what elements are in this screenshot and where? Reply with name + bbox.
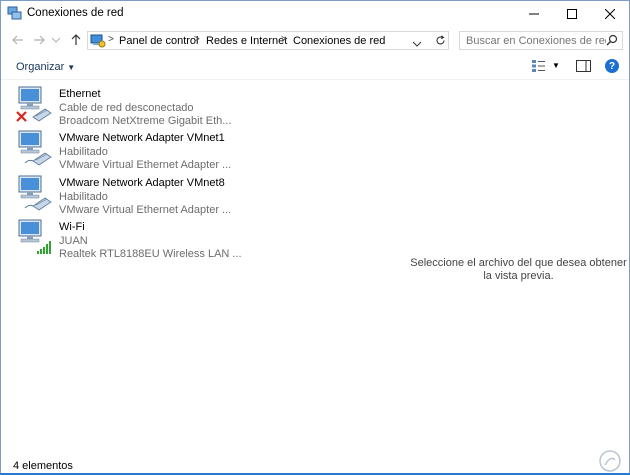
up-arrow-icon <box>71 34 81 45</box>
breadcrumb-conexiones-de-red[interactable]: Conexiones de red <box>293 35 385 47</box>
preview-pane-icon <box>576 60 591 72</box>
caret-down-icon: ▼ <box>67 63 76 72</box>
connection-item-wifi[interactable]: Wi-Fi JUAN Realtek RTL8188EU Wireless LA… <box>15 218 242 260</box>
network-connections-app-icon <box>7 6 23 21</box>
window-title: Conexiones de red <box>27 7 124 19</box>
preview-pane-message: Seleccione el archivo del que desea obte… <box>410 257 627 282</box>
search-box[interactable] <box>459 31 623 50</box>
breadcrumb-separator: > <box>281 34 287 45</box>
connection-device: Broadcom NetXtreme Gigabit Eth... <box>59 115 232 127</box>
connection-text: Wi-Fi JUAN Realtek RTL8188EU Wireless LA… <box>59 221 242 262</box>
connection-status: JUAN <box>59 234 88 247</box>
help-icon[interactable]: ? <box>605 59 619 73</box>
connection-status: Habilitado <box>59 190 108 203</box>
back-button[interactable] <box>9 31 27 49</box>
organize-menu-button[interactable]: Organizar ▼ <box>16 61 75 73</box>
status-bar-count: 4 elementos <box>13 460 73 472</box>
breadcrumb-separator: > <box>194 34 200 45</box>
connection-device: VMware Virtual Ethernet Adapter ... <box>59 159 232 171</box>
organize-label: Organizar <box>16 61 65 73</box>
up-button[interactable] <box>67 31 85 49</box>
breadcrumb-redes-e-internet[interactable]: Redes e Internet <box>206 35 287 47</box>
search-icon[interactable] <box>606 34 618 49</box>
connection-name: VMware Network Adapter VMnet1 <box>59 132 225 144</box>
connection-text: VMware Network Adapter VMnet1 Habilitado… <box>59 132 231 173</box>
network-connections-window: Conexiones de red > Panel de control > R… <box>0 0 630 475</box>
refresh-button[interactable] <box>432 31 449 50</box>
command-bar: Organizar ▼ ▼ ? <box>1 56 629 78</box>
network-adapter-icon <box>18 175 52 211</box>
disconnected-x-icon <box>16 111 27 122</box>
connection-status: Cable de red desconectado <box>59 101 194 114</box>
connection-text: VMware Network Adapter VMnet8 Habilitado… <box>59 177 231 218</box>
connection-device: Realtek RTL8188EU Wireless LAN ... <box>59 248 242 260</box>
refresh-icon <box>436 35 445 45</box>
connection-item-ethernet[interactable]: Ethernet Cable de red desconectado Broad… <box>15 85 231 127</box>
title-bar[interactable]: Conexiones de red <box>1 1 629 26</box>
change-view-button[interactable] <box>531 59 547 76</box>
recent-locations-button[interactable] <box>51 31 61 49</box>
maximize-button[interactable] <box>553 1 591 26</box>
forward-button[interactable] <box>30 31 48 49</box>
back-arrow-icon <box>12 35 23 45</box>
connection-name: VMware Network Adapter VMnet8 <box>59 177 225 189</box>
connection-item-vmnet1[interactable]: VMware Network Adapter VMnet1 Habilitado… <box>15 129 231 171</box>
details-view-icon <box>532 60 545 72</box>
forward-arrow-icon <box>34 35 45 45</box>
control-panel-icon <box>90 33 106 51</box>
wifi-signal-icon <box>37 241 51 254</box>
view-options-dropdown[interactable]: ▼ <box>552 61 560 70</box>
toolbar-divider <box>1 79 629 80</box>
connection-name: Ethernet <box>59 88 101 100</box>
connection-device: VMware Virtual Ethernet Adapter ... <box>59 204 232 216</box>
connection-status: Habilitado <box>59 145 108 158</box>
search-input[interactable] <box>460 32 606 49</box>
chevron-down-icon <box>412 41 422 47</box>
minimize-button[interactable] <box>515 1 553 26</box>
preview-pane-button[interactable] <box>576 60 591 75</box>
connection-item-vmnet8[interactable]: VMware Network Adapter VMnet8 Habilitado… <box>15 174 231 216</box>
close-button[interactable] <box>591 1 629 26</box>
address-dropdown-button[interactable] <box>412 38 422 50</box>
chevron-down-icon <box>52 37 60 43</box>
breadcrumb-panel-de-control[interactable]: Panel de control <box>119 35 199 47</box>
connection-text: Ethernet Cable de red desconectado Broad… <box>59 88 231 129</box>
connection-name: Wi-Fi <box>59 221 85 233</box>
address-row: > Panel de control > Redes e Internet > … <box>1 27 629 52</box>
breadcrumb-separator: > <box>108 34 114 45</box>
site-watermark-logo <box>599 450 621 472</box>
address-bar[interactable]: > Panel de control > Redes e Internet > … <box>87 31 449 50</box>
network-adapter-icon <box>18 130 52 166</box>
